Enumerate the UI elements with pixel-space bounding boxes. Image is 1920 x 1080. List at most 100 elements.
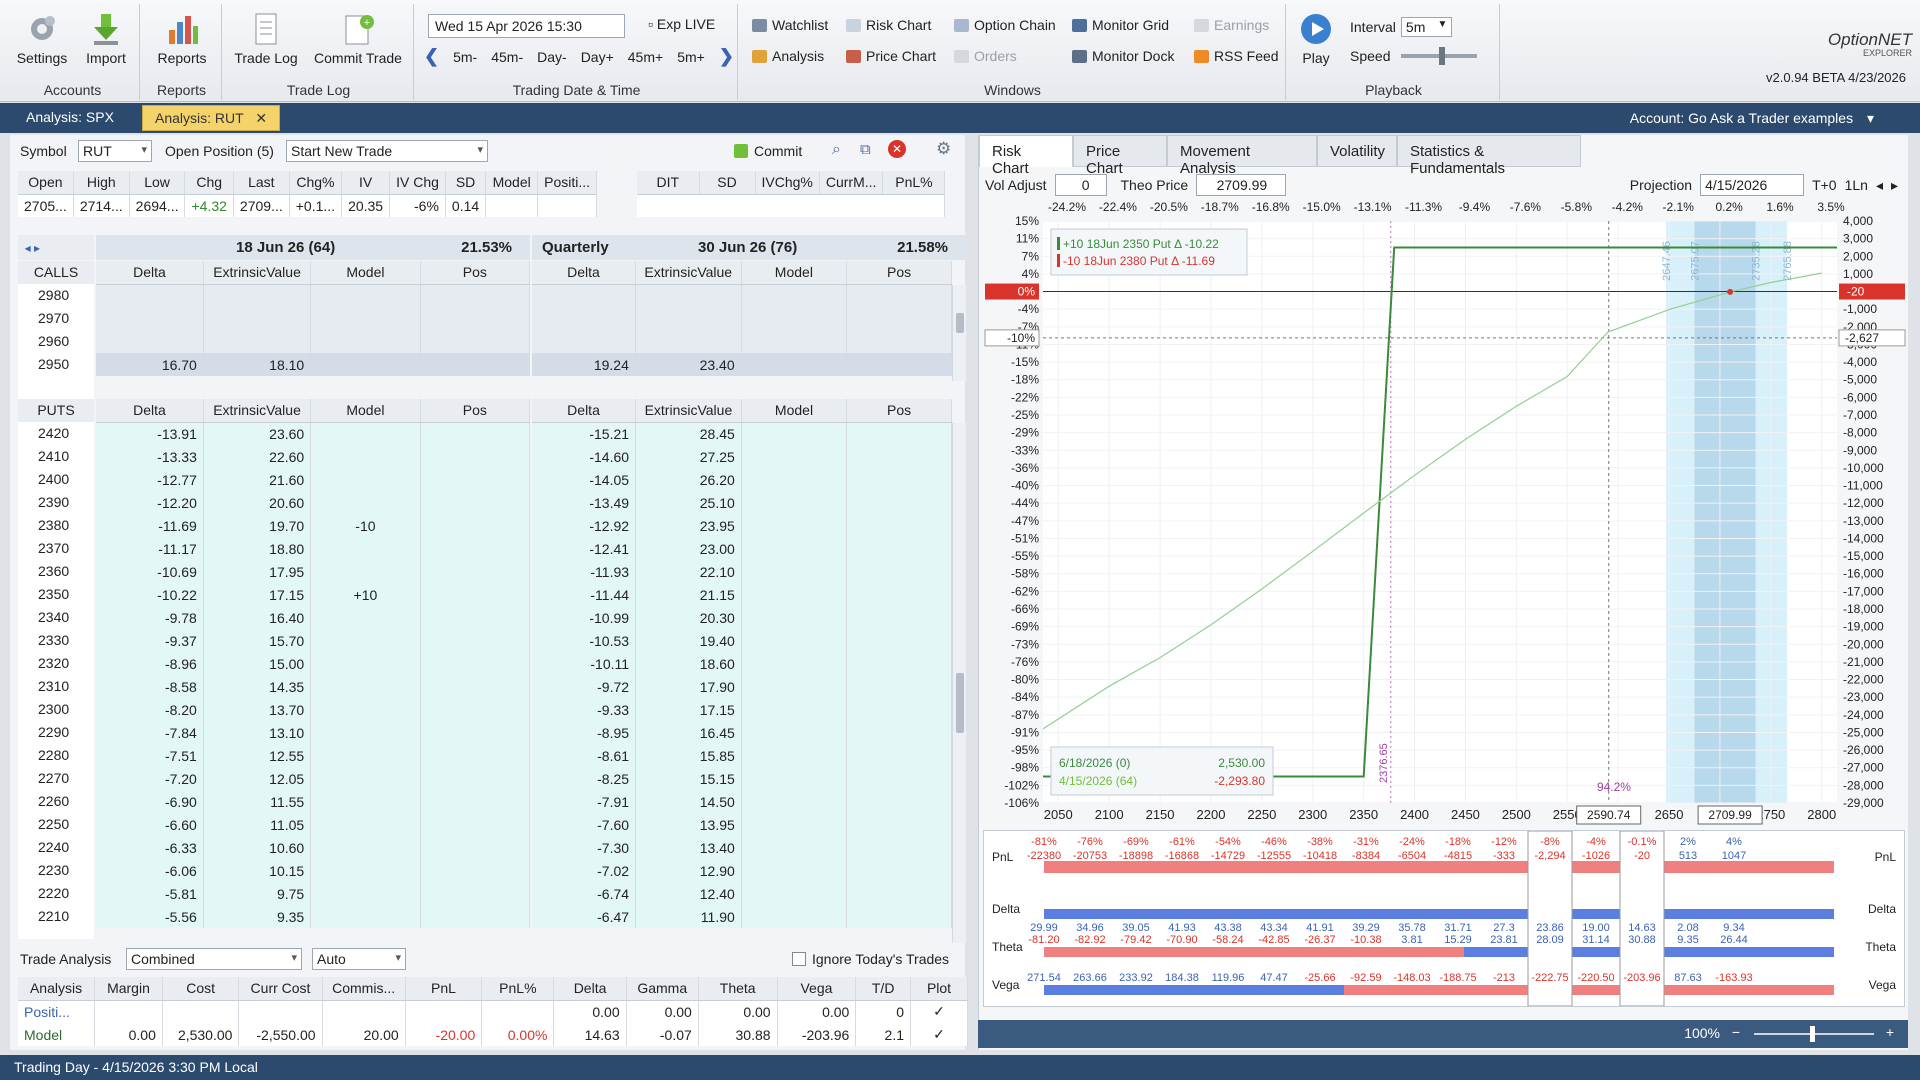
model-cell[interactable] (741, 859, 848, 882)
model-cell[interactable] (310, 790, 421, 813)
pos-cell[interactable] (420, 905, 531, 928)
zoom-out-icon[interactable]: − (1732, 1024, 1740, 1040)
model-cell[interactable] (310, 330, 421, 353)
model-cell[interactable] (741, 721, 848, 744)
option-row[interactable]: -8.95 16.45 (532, 721, 952, 744)
pos-cell[interactable] (420, 790, 531, 813)
option-row[interactable]: -7.20 12.05 (96, 767, 531, 790)
pos-cell[interactable] (846, 330, 952, 353)
calls-scrollbar[interactable] (952, 285, 966, 381)
option-row[interactable]: -6.33 10.60 (96, 836, 531, 859)
exp-live-toggle[interactable]: ▫ Exp LIVE (648, 16, 715, 32)
model-cell[interactable] (741, 514, 848, 537)
model-cell[interactable] (310, 537, 421, 560)
pos-cell[interactable] (420, 514, 531, 537)
model-cell[interactable] (310, 675, 421, 698)
model-cell[interactable] (741, 307, 848, 330)
model-cell[interactable] (310, 606, 421, 629)
model-cell[interactable] (741, 836, 848, 859)
model-cell[interactable] (310, 284, 421, 307)
tab-analysis-spx[interactable]: Analysis: SPX (14, 105, 126, 131)
model-cell[interactable] (741, 882, 848, 905)
pos-cell[interactable] (846, 422, 952, 445)
option-row[interactable]: -9.72 17.90 (532, 675, 952, 698)
pos-cell[interactable] (846, 560, 952, 583)
price-chart-button[interactable]: Price Chart (846, 48, 936, 64)
model-cell[interactable] (741, 537, 848, 560)
projection-date-select[interactable]: 4/15/2026 (1700, 174, 1805, 196)
monitor-dock-button[interactable]: Monitor Dock (1072, 48, 1174, 64)
option-row[interactable]: -6.74 12.40 (532, 882, 952, 905)
pos-cell[interactable] (420, 882, 531, 905)
pos-cell[interactable] (846, 836, 952, 859)
chart-tab-3[interactable]: Volatility (1317, 135, 1397, 167)
calls-scroll-thumb[interactable] (956, 313, 964, 333)
pos-cell[interactable] (846, 468, 952, 491)
step-45m-back[interactable]: 45m- (491, 49, 523, 65)
pos-cell[interactable] (846, 675, 952, 698)
option-row[interactable]: -7.84 13.10 (96, 721, 531, 744)
model-cell[interactable] (310, 445, 421, 468)
pos-cell[interactable] (420, 606, 531, 629)
copy-icon[interactable]: ⧉ (860, 141, 871, 158)
option-row[interactable]: -12.20 20.60 (96, 491, 531, 514)
settings-button[interactable]: Settings (12, 12, 72, 66)
pos-cell[interactable] (420, 445, 531, 468)
chart-tab-0[interactable]: Risk Chart (979, 135, 1073, 177)
pos-cell[interactable] (420, 744, 531, 767)
option-row[interactable] (532, 330, 952, 353)
model-cell[interactable] (310, 905, 421, 928)
model-cell[interactable] (310, 560, 421, 583)
pos-cell[interactable] (846, 284, 952, 307)
option-row[interactable]: -13.33 22.60 (96, 445, 531, 468)
pos-cell[interactable] (420, 560, 531, 583)
pos-cell[interactable] (420, 698, 531, 721)
model-cell[interactable]: +10 (310, 583, 421, 606)
pos-cell[interactable] (846, 629, 952, 652)
option-row[interactable]: -7.51 12.55 (96, 744, 531, 767)
option-row[interactable]: -11.69 19.70 -10 (96, 514, 531, 537)
option-row[interactable]: -8.61 15.85 (532, 744, 952, 767)
pos-cell[interactable] (420, 767, 531, 790)
pos-cell[interactable] (420, 468, 531, 491)
step-day-back[interactable]: Day- (537, 49, 567, 65)
pos-cell[interactable] (420, 353, 531, 376)
pos-cell[interactable] (420, 675, 531, 698)
model-cell[interactable] (741, 422, 848, 445)
interval-select[interactable]: 5m ▼ (1400, 17, 1453, 37)
model-cell[interactable] (310, 629, 421, 652)
close-icon[interactable]: ✕ (255, 110, 267, 126)
zoom-slider-thumb[interactable] (1810, 1026, 1815, 1042)
pos-cell[interactable] (420, 330, 531, 353)
option-row[interactable] (96, 307, 531, 330)
option-row[interactable]: -9.78 16.40 (96, 606, 531, 629)
pos-cell[interactable] (420, 859, 531, 882)
option-row[interactable]: -10.99 20.30 (532, 606, 952, 629)
model-cell[interactable] (741, 491, 848, 514)
delete-icon[interactable]: ✕ (888, 140, 906, 158)
option-row[interactable]: -14.05 26.20 (532, 468, 952, 491)
option-row[interactable]: -8.25 15.15 (532, 767, 952, 790)
model-cell[interactable] (741, 583, 848, 606)
pos-cell[interactable] (420, 284, 531, 307)
option-row[interactable]: -7.91 14.50 (532, 790, 952, 813)
model-cell[interactable] (741, 675, 848, 698)
option-row[interactable] (96, 330, 531, 353)
risk-chart[interactable]: 2050 2100 2150 2200 2250 2300 2350 2400 2450 2500… (979, 195, 1909, 827)
model-cell[interactable] (310, 859, 421, 882)
trade-analysis-mode-select[interactable]: Combined (126, 948, 302, 970)
ta-row[interactable]: Model 0.00 2,530.00 -2,550.00 20.00 -20.00 0.0… (18, 1023, 968, 1046)
option-row[interactable]: -8.58 14.35 (96, 675, 531, 698)
pos-cell[interactable] (846, 721, 952, 744)
play-button[interactable]: Play (1296, 12, 1336, 66)
symbol-select[interactable]: RUT (78, 140, 152, 162)
option-row[interactable]: 16.70 18.10 (96, 353, 531, 376)
risk-chart-button[interactable]: Risk Chart (846, 17, 931, 33)
model-cell[interactable] (741, 652, 848, 675)
model-cell[interactable] (310, 721, 421, 744)
model-cell[interactable] (741, 629, 848, 652)
pos-cell[interactable] (846, 744, 952, 767)
option-row[interactable]: -10.69 17.95 (96, 560, 531, 583)
option-row[interactable]: -12.77 21.60 (96, 468, 531, 491)
pos-cell[interactable] (846, 882, 952, 905)
